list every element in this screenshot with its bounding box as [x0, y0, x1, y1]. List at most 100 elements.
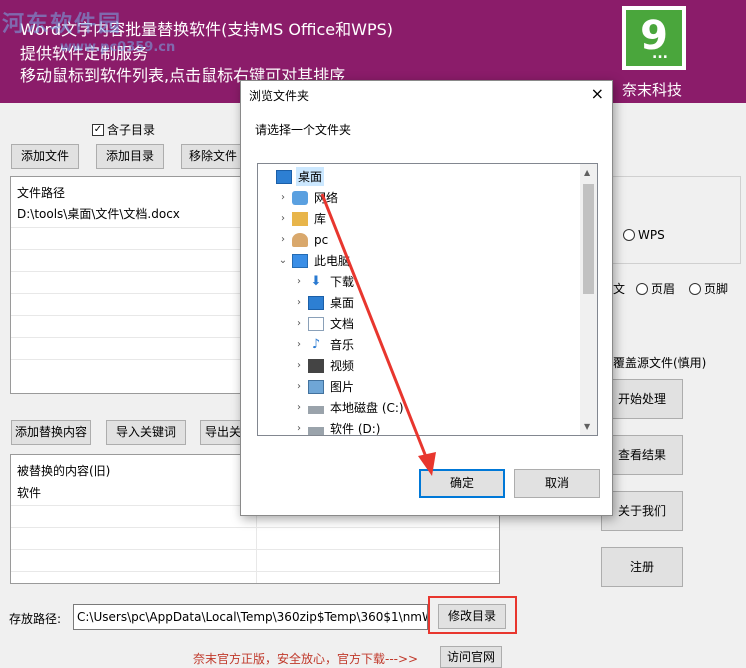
view-results-button[interactable]: 查看结果: [601, 435, 683, 475]
file-list[interactable]: 文件路径 D:\tools\桌面\文件\文档.docx: [10, 176, 246, 394]
video-icon: [308, 358, 324, 373]
add-file-button[interactable]: 添加文件: [11, 144, 79, 169]
wps-radio[interactable]: WPS: [623, 228, 665, 242]
tree-item-label: 此电脑: [314, 254, 351, 268]
tree-item-label: 桌面: [296, 167, 325, 186]
about-us-button[interactable]: 关于我们: [601, 491, 683, 531]
dialog-titlebar[interactable]: 浏览文件夹 ×: [241, 81, 612, 109]
header-radio[interactable]: 页眉: [636, 280, 675, 297]
file-list-row[interactable]: D:\tools\桌面\文件\文档.docx: [17, 205, 180, 222]
expand-chevron-icon[interactable]: ›: [276, 234, 290, 245]
tree-item-label: 桌面: [330, 296, 355, 310]
tree-item[interactable]: 桌面: [260, 166, 325, 187]
header-label: 页眉: [651, 282, 676, 296]
desktop-icon: [308, 295, 324, 310]
tree-item-label: 视频: [330, 359, 355, 373]
tree-item[interactable]: ⌄ 此电脑: [276, 250, 352, 271]
user-icon: [292, 232, 308, 247]
scroll-thumb[interactable]: [583, 184, 594, 294]
replace-list-header: 被替换的内容(旧): [17, 464, 111, 478]
format-group: [606, 176, 741, 264]
scroll-down-icon[interactable]: ▼: [584, 422, 590, 431]
tree-item-label: 库: [314, 212, 327, 226]
file-list-header: 文件路径: [17, 186, 66, 200]
tree-item-label: 网络: [314, 191, 339, 205]
expand-chevron-icon[interactable]: ›: [276, 213, 290, 224]
expand-chevron-icon[interactable]: ›: [292, 360, 306, 371]
visit-site-button[interactable]: 访问官网: [440, 646, 502, 668]
logo-dots: ...: [652, 46, 668, 62]
tree-item-label: pc: [314, 232, 329, 247]
tree-item-label: 软件 (D:): [330, 422, 381, 436]
site-watermark-url: www.pc0359.cn: [60, 40, 176, 55]
expand-chevron-icon[interactable]: ›: [292, 381, 306, 392]
include-subdir-checkbox[interactable]: ✓ 含子目录: [92, 121, 155, 138]
drive-icon: [308, 405, 324, 414]
checkbox-checked-icon[interactable]: ✓: [92, 123, 104, 136]
footer-label: 页脚: [704, 282, 729, 296]
tree-item[interactable]: › 文档: [292, 313, 356, 334]
body-label-fragment: 文: [613, 282, 626, 296]
tree-item[interactable]: › 本地磁盘 (C:): [292, 397, 406, 418]
footer-radio[interactable]: 页脚: [689, 280, 728, 297]
picture-icon: [308, 379, 324, 394]
expand-chevron-icon[interactable]: ›: [292, 297, 306, 308]
collapse-chevron-icon[interactable]: ⌄: [276, 255, 290, 266]
wps-label: WPS: [638, 228, 665, 242]
network-icon: [292, 190, 308, 205]
close-icon[interactable]: ×: [591, 84, 604, 103]
replace-list-row[interactable]: 软件: [17, 484, 41, 501]
download-icon: ⬇: [310, 273, 322, 289]
tree-item[interactable]: › 库: [276, 208, 328, 229]
expand-chevron-icon[interactable]: ›: [292, 339, 306, 350]
tree-item[interactable]: › ⬇ 下载: [292, 271, 356, 292]
tree-item-label: 下载: [330, 275, 355, 289]
cancel-button[interactable]: 取消: [514, 469, 600, 498]
tree-item[interactable]: › pc: [276, 229, 330, 250]
add-dir-button[interactable]: 添加目录: [96, 144, 164, 169]
dialog-prompt: 请选择一个文件夹: [255, 123, 352, 137]
tree-item-label: 本地磁盘 (C:): [330, 401, 404, 415]
modify-dir-highlight: [428, 596, 517, 634]
radio-unchecked-icon[interactable]: [689, 282, 701, 295]
document-icon: [308, 316, 324, 331]
storage-path-input[interactable]: C:\Users\pc\AppData\Local\Temp\360zip$Te…: [73, 604, 428, 630]
body-radio-fragment: 文: [613, 280, 625, 297]
overwrite-option[interactable]: 覆盖源文件(慎用): [613, 354, 706, 371]
browse-folder-dialog: 浏览文件夹 × 请选择一个文件夹 桌面 › 网络 › 库 › pc ⌄ 此电脑 › ⬇ 下载 › 桌面 › 文…: [240, 80, 613, 516]
import-keywords-button[interactable]: 导入关键词: [106, 420, 186, 445]
site-watermark: 河东软件园: [2, 12, 123, 37]
scroll-up-icon[interactable]: ▲: [584, 168, 590, 177]
start-processing-button[interactable]: 开始处理: [601, 379, 683, 419]
register-button[interactable]: 注册: [601, 547, 683, 587]
expand-chevron-icon[interactable]: ›: [292, 423, 306, 434]
company-logo: 9 ...: [622, 6, 686, 70]
tree-item[interactable]: › 软件 (D:): [292, 418, 382, 436]
tree-item-label: 文档: [330, 317, 355, 331]
expand-chevron-icon[interactable]: ›: [292, 276, 306, 287]
add-replace-content-button[interactable]: 添加替换内容: [11, 420, 91, 445]
expand-chevron-icon[interactable]: ›: [292, 402, 306, 413]
folder-tree[interactable]: 桌面 › 网络 › 库 › pc ⌄ 此电脑 › ⬇ 下载 › 桌面 › 文档 › ♪ 音乐 › 视频 › 图片 › 本地磁盘 …: [257, 163, 598, 436]
desktop-icon: [276, 169, 292, 184]
expand-chevron-icon[interactable]: ›: [276, 192, 290, 203]
tree-item[interactable]: › 网络: [276, 187, 340, 208]
dialog-title: 浏览文件夹: [249, 89, 310, 103]
tree-item-label: 音乐: [330, 338, 355, 352]
radio-unchecked-icon[interactable]: [623, 229, 635, 241]
include-subdir-label: 含子目录: [107, 123, 156, 137]
storage-path-label: 存放路径:: [9, 612, 62, 626]
remove-file-button[interactable]: 移除文件: [181, 144, 245, 169]
expand-chevron-icon[interactable]: ›: [292, 318, 306, 329]
official-download-text: 奈末官方正版，安全放心，官方下载--->>: [193, 652, 419, 666]
computer-icon: [292, 253, 308, 268]
tree-item[interactable]: › 图片: [292, 376, 356, 397]
ok-button[interactable]: 确定: [419, 469, 505, 498]
tree-item[interactable]: › 桌面: [292, 292, 356, 313]
tree-scrollbar[interactable]: ▲ ▼: [580, 164, 597, 435]
radio-unchecked-icon[interactable]: [636, 282, 648, 295]
company-name: 奈末科技: [622, 81, 683, 99]
drive-icon: [308, 426, 324, 435]
tree-item[interactable]: › 视频: [292, 355, 356, 376]
tree-item[interactable]: › ♪ 音乐: [292, 334, 356, 355]
